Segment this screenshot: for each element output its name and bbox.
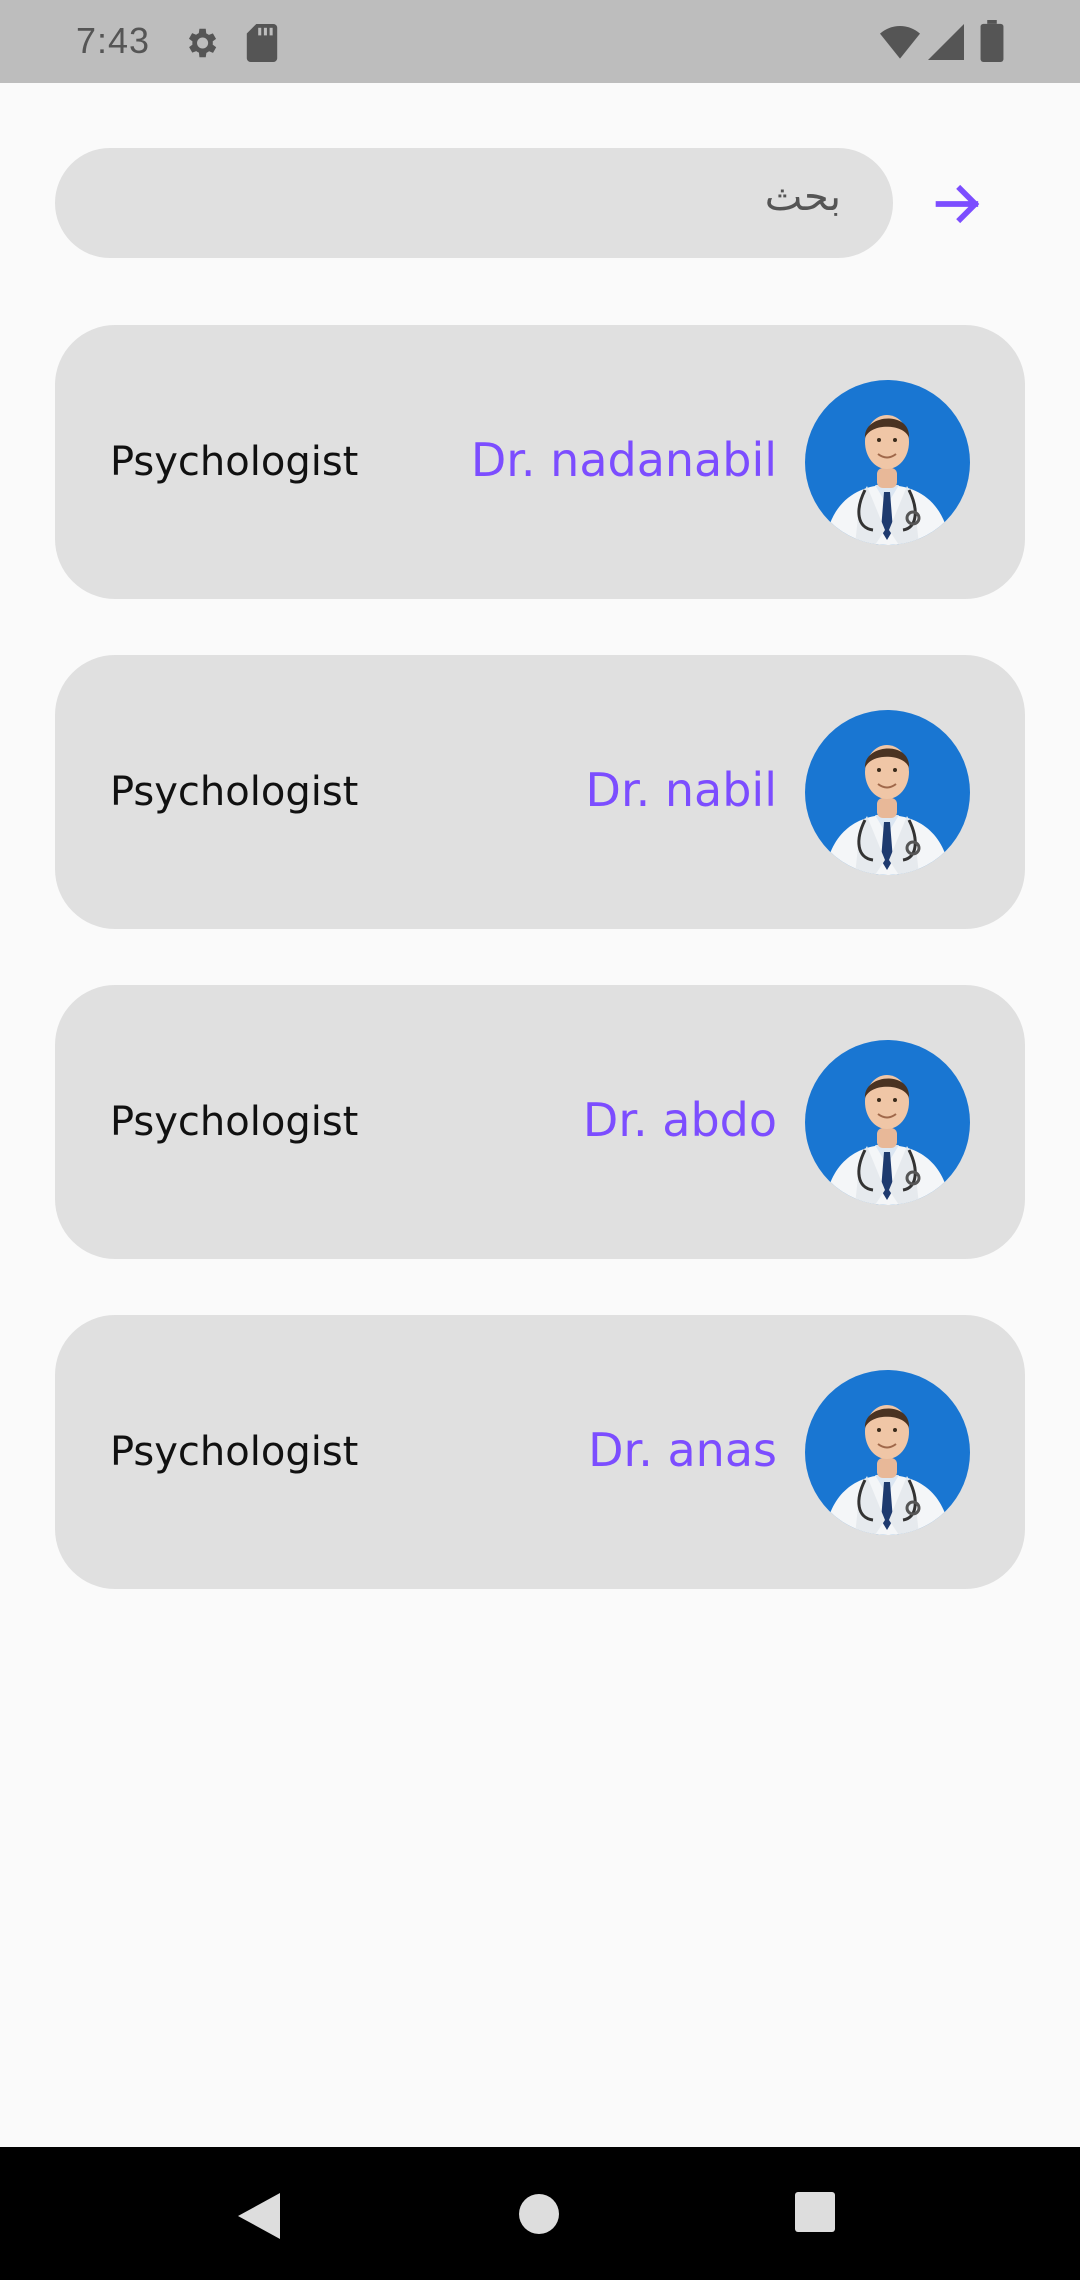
doctor-name: Dr. nabil xyxy=(585,763,777,817)
signal-icon xyxy=(928,24,964,60)
search-input[interactable]: بحث xyxy=(55,148,893,258)
doctor-name: Dr. nadanabil xyxy=(470,433,777,487)
doctor-avatar-icon xyxy=(805,1370,970,1535)
sd-card-icon xyxy=(246,24,278,62)
doctor-card[interactable]: Psychologist Dr. abdo xyxy=(55,985,1025,1259)
doctor-specialty: Psychologist xyxy=(110,439,359,485)
doctor-name: Dr. anas xyxy=(588,1423,777,1477)
doctor-card[interactable]: Psychologist Dr. nabil xyxy=(55,655,1025,929)
doctor-avatar-icon xyxy=(805,1040,970,1205)
doctor-avatar-icon xyxy=(805,710,970,875)
wifi-icon xyxy=(880,26,920,59)
status-bar: 7:43 xyxy=(0,0,1080,83)
doctor-name: Dr. abdo xyxy=(582,1093,777,1147)
doctor-card[interactable]: Psychologist Dr. nadanabil xyxy=(55,325,1025,599)
doctor-card[interactable]: Psychologist Dr. anas xyxy=(55,1315,1025,1589)
status-time: 7:43 xyxy=(76,20,151,61)
doctor-specialty: Psychologist xyxy=(110,1099,359,1145)
back-triangle-icon[interactable] xyxy=(236,2191,282,2241)
doctor-specialty: Psychologist xyxy=(110,1429,359,1475)
home-circle-icon[interactable] xyxy=(516,2191,562,2237)
doctor-specialty: Psychologist xyxy=(110,769,359,815)
recents-square-icon[interactable] xyxy=(794,2191,836,2233)
search-placeholder: بحث xyxy=(764,174,841,220)
arrow-right-icon[interactable] xyxy=(932,178,984,230)
search-row: بحث xyxy=(0,148,1080,260)
gear-icon xyxy=(188,28,217,58)
battery-icon xyxy=(980,20,1004,62)
navigation-bar xyxy=(0,2147,1080,2280)
doctor-avatar-icon xyxy=(805,380,970,545)
